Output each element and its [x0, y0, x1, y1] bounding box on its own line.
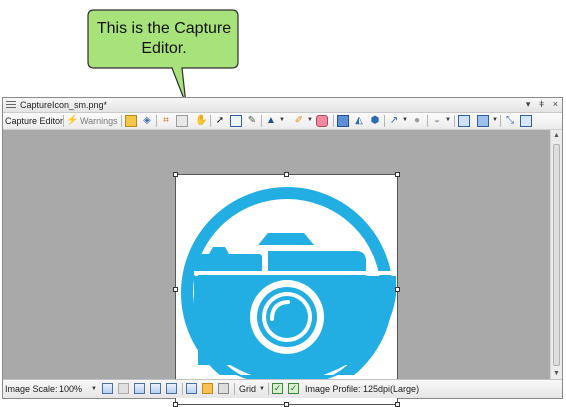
statusbar-separator: [182, 383, 183, 395]
pen-color-icon[interactable]: ✐: [293, 115, 305, 127]
resize-handle-right[interactable]: [395, 287, 400, 292]
editor-statusbar: Image Scale: 100% ▼ Grid ▼ ✓ ✓ Image Pro…: [3, 379, 562, 398]
toolbar-separator: [384, 115, 385, 127]
statusbar-separator: [268, 383, 269, 395]
profile-settings-icon[interactable]: ✓: [288, 383, 299, 394]
resize-handle-bottom-left[interactable]: [173, 402, 178, 407]
zoom-out-icon[interactable]: [102, 383, 113, 394]
actual-size-icon[interactable]: [118, 383, 129, 394]
callout-line-2: Editor.: [141, 40, 187, 57]
center-icon[interactable]: [186, 383, 197, 394]
stamp-icon[interactable]: ●: [411, 115, 423, 127]
toolbar-separator: [156, 115, 157, 127]
image-scale-value[interactable]: 100%: [59, 384, 82, 394]
capture-editor-label: Capture Editor: [5, 116, 64, 126]
layers-dropdown-icon[interactable]: ▼: [492, 117, 498, 123]
callout-line-1: This is the Capture: [96, 20, 232, 37]
warnings-button[interactable]: Warnings: [80, 116, 118, 126]
toolbar-separator: [261, 115, 262, 127]
ellipse-shape-icon[interactable]: ⬢: [369, 115, 381, 127]
fit-width-icon[interactable]: [150, 383, 161, 394]
scroll-down-icon[interactable]: ▼: [553, 370, 560, 377]
eraser-icon[interactable]: [316, 115, 328, 127]
window-controls: ▾ ǂ ×: [520, 99, 558, 110]
callout-text: This is the Capture Editor.: [92, 19, 236, 59]
toolbar-separator: [63, 115, 64, 127]
dropdown-icon[interactable]: ▾: [526, 99, 531, 110]
polygon-shape-icon[interactable]: ◭: [353, 115, 365, 127]
image-profile-label: Image Profile: 125dpi(Large): [305, 384, 420, 394]
vertical-scrollbar[interactable]: ▲ ▼: [550, 130, 562, 379]
grid-view-icon[interactable]: [202, 383, 213, 394]
resize-handle-bottom[interactable]: [284, 402, 289, 407]
pointer-icon[interactable]: ➚: [214, 115, 226, 127]
camera-icon: [176, 187, 397, 404]
rectangle-shape-icon[interactable]: [337, 115, 349, 127]
pan-hand-icon[interactable]: ✋: [195, 115, 207, 127]
resize-handle-top[interactable]: [284, 172, 289, 177]
fill-color-dropdown-icon[interactable]: ▼: [279, 117, 285, 123]
toolbar-separator: [454, 115, 455, 127]
callout-shape-dropdown-icon[interactable]: ▼: [445, 117, 451, 123]
grid-button[interactable]: Grid: [239, 384, 256, 394]
select-area-icon[interactable]: [176, 115, 188, 127]
pen-color-dropdown-icon[interactable]: ▼: [307, 117, 313, 123]
captured-image[interactable]: [175, 174, 398, 405]
statusbar-separator: [234, 383, 235, 395]
toolbar-separator: [121, 115, 122, 127]
line-arrow-dropdown-icon[interactable]: ▼: [402, 117, 408, 123]
toolbar-separator: [427, 115, 428, 127]
close-icon[interactable]: ×: [553, 99, 558, 109]
resize-handle-bottom-right[interactable]: [395, 402, 400, 407]
resize-handle-left[interactable]: [173, 287, 178, 292]
window-title: CaptureIcon_sm.png*: [20, 100, 108, 110]
magnifier-icon[interactable]: [218, 383, 229, 394]
toolbar-separator: [210, 115, 211, 127]
scrollbar-thumb[interactable]: [553, 144, 560, 366]
callout-shape-icon[interactable]: ◒: [431, 115, 443, 127]
warnings-icon[interactable]: ⚡: [66, 115, 78, 127]
fill-color-icon[interactable]: ▲: [265, 115, 277, 127]
line-arrow-icon[interactable]: ↗: [388, 115, 400, 127]
rectangle-select-icon[interactable]: [230, 115, 242, 127]
capture-editor-window: CaptureIcon_sm.png* ▾ ǂ × Capture Editor…: [2, 97, 563, 407]
pin-icon[interactable]: ǂ: [539, 99, 544, 109]
resize-handle-top-right[interactable]: [395, 172, 400, 177]
crop-icon[interactable]: ⌗: [160, 115, 172, 127]
fit-height-icon[interactable]: [166, 383, 177, 394]
resize-icon[interactable]: ⤡: [504, 115, 516, 127]
profile-check-icon[interactable]: ✓: [272, 383, 283, 394]
grid-dropdown-icon[interactable]: ▼: [259, 386, 265, 392]
zoom-in-icon[interactable]: [134, 383, 145, 394]
image-scale-label: Image Scale:: [5, 384, 58, 394]
scroll-up-icon[interactable]: ▲: [553, 132, 560, 139]
layers-icon[interactable]: [477, 115, 489, 127]
toolbar-separator: [500, 115, 501, 127]
toolbar-separator: [333, 115, 334, 127]
window-menu-icon[interactable]: [6, 101, 16, 109]
window-titlebar: CaptureIcon_sm.png* ▾ ǂ ×: [3, 98, 562, 113]
editor-toolbar: Capture Editor ⚡ Warnings ◈ ⌗ ✋ ➚ ✎ ▲ ▼ …: [3, 113, 562, 130]
text-box-icon[interactable]: [458, 115, 470, 127]
resize-handle-top-left[interactable]: [173, 172, 178, 177]
magic-wand-icon[interactable]: ✎: [246, 115, 258, 127]
image-scale-dropdown-icon[interactable]: ▼: [91, 386, 97, 392]
properties-icon[interactable]: [520, 115, 532, 127]
open-folder-icon[interactable]: [125, 115, 137, 127]
image-canvas[interactable]: [3, 130, 552, 407]
capture-icon[interactable]: ◈: [141, 115, 153, 127]
